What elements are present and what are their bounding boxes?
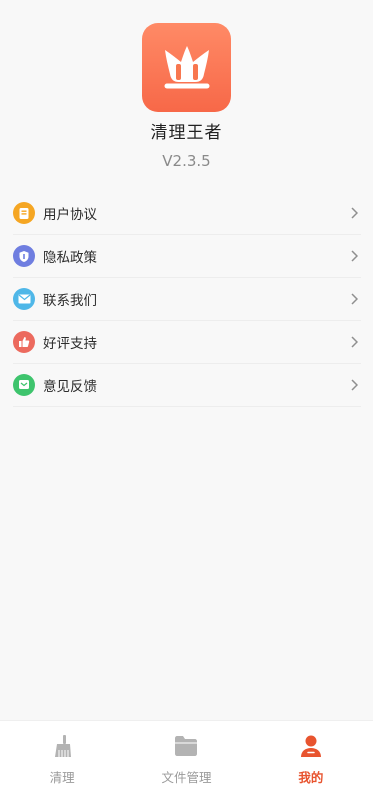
app-version: V2.3.5	[162, 152, 211, 170]
menu-item-privacy-policy[interactable]: 隐私政策	[13, 235, 361, 278]
tab-label: 文件管理	[161, 770, 212, 785]
menu-item-label: 联系我们	[43, 293, 97, 309]
settings-menu: 用户协议 隐私政策 联系我们 好评支持 意见反馈	[13, 192, 361, 407]
profile-screen: 清理王者 V2.3.5 用户协议 隐私政策 联系我们 好评支持 意见反馈 清理 …	[0, 0, 373, 800]
folder-icon	[173, 733, 199, 759]
app-logo	[142, 23, 231, 112]
crown-icon	[164, 45, 209, 88]
user-icon	[298, 733, 324, 759]
menu-item-feedback[interactable]: 意见反馈	[13, 364, 361, 407]
menu-item-label: 隐私政策	[43, 250, 97, 266]
chevron-right-icon	[349, 335, 359, 349]
chevron-right-icon	[349, 249, 359, 263]
tab-label: 我的	[298, 770, 324, 785]
feedback-icon	[13, 374, 35, 396]
tab-mine[interactable]: 我的	[249, 721, 373, 800]
bottom-tab-bar: 清理 文件管理 我的	[0, 720, 373, 800]
broom-icon	[49, 733, 75, 759]
tab-clean[interactable]: 清理	[0, 721, 124, 800]
chevron-right-icon	[349, 292, 359, 306]
menu-item-label: 好评支持	[43, 336, 97, 352]
chevron-right-icon	[349, 206, 359, 220]
app-info-header: 清理王者 V2.3.5	[0, 0, 373, 180]
document-icon	[13, 202, 35, 224]
shield-icon	[13, 245, 35, 267]
menu-item-label: 意见反馈	[43, 379, 97, 395]
tab-label: 清理	[49, 770, 75, 785]
menu-item-rate-support[interactable]: 好评支持	[13, 321, 361, 364]
menu-item-user-agreement[interactable]: 用户协议	[13, 192, 361, 235]
app-name: 清理王者	[150, 123, 223, 143]
menu-item-label: 用户协议	[43, 207, 97, 223]
menu-item-contact-us[interactable]: 联系我们	[13, 278, 361, 321]
thumbs-up-icon	[13, 331, 35, 353]
chevron-right-icon	[349, 378, 359, 392]
mail-icon	[13, 288, 35, 310]
tab-file-management[interactable]: 文件管理	[124, 721, 248, 800]
